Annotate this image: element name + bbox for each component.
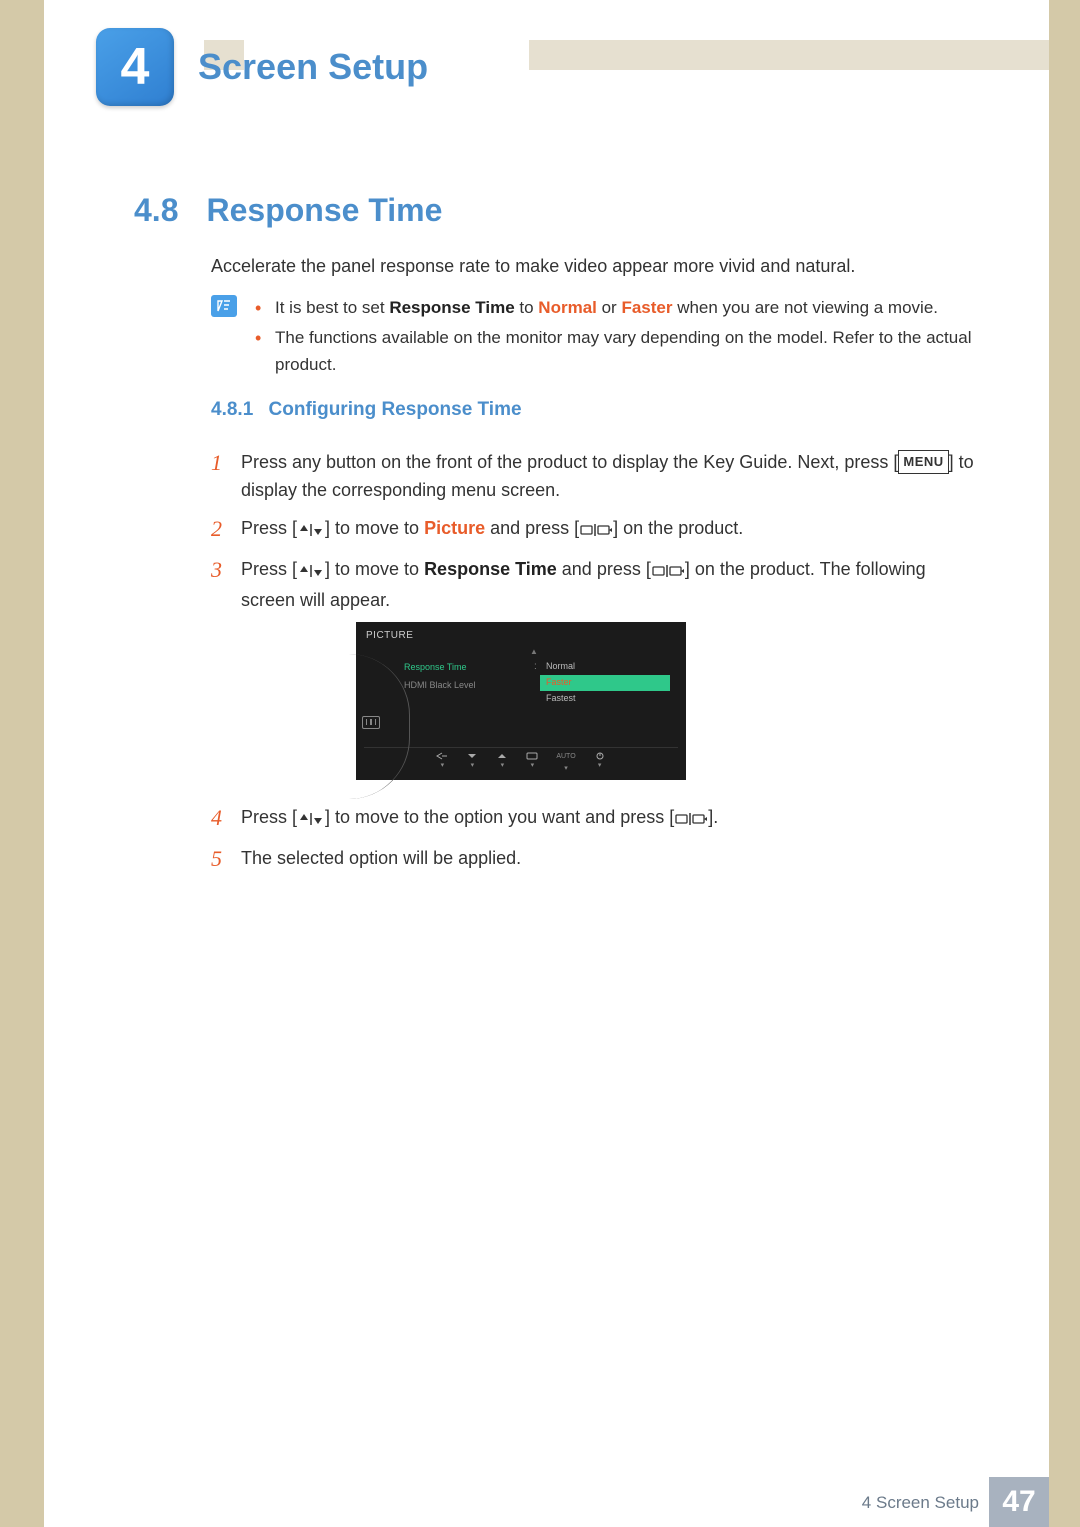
osd-footer-down-icon: ▾ <box>466 752 478 775</box>
osd-arc-decoration <box>364 656 404 707</box>
osd-footer-power-icon: ▾ <box>594 752 606 775</box>
osd-footer-auto-label: AUTO▾ <box>556 752 575 775</box>
page-footer: 4 Screen Setup 47 <box>44 1477 1049 1527</box>
page-number: 47 <box>989 1477 1049 1527</box>
chapter-number-badge: 4 <box>96 28 174 106</box>
section-heading: 4.8 Response Time <box>134 192 442 229</box>
step-item: 3 Press [ ] to move to Response Time and … <box>211 556 979 795</box>
step-text: Press any button on the front of the pro… <box>241 452 898 472</box>
enter-source-icon <box>675 807 707 835</box>
step-item: 5 The selected option will be applied. <box>211 845 979 874</box>
step-number: 5 <box>211 845 241 874</box>
step-item: 1 Press any button on the front of the p… <box>211 449 979 505</box>
up-down-arrow-icon <box>298 518 324 546</box>
step-text: ]. <box>708 807 718 827</box>
note-text: when you are not viewing a movie. <box>672 298 938 317</box>
note-text: to <box>515 298 539 317</box>
step-highlight: Picture <box>424 518 485 538</box>
note-item: The functions available on the monitor m… <box>255 325 979 378</box>
subsection-heading: 4.8.1 Configuring Response Time <box>211 399 979 421</box>
subsection: 4.8.1 Configuring Response Time 1 Press … <box>211 399 979 884</box>
osd-scroll-icon <box>362 716 380 729</box>
step-body: Press [ ] to move to the option you want … <box>241 804 979 835</box>
enter-source-icon <box>580 518 612 546</box>
subsection-number: 4.8.1 <box>211 399 253 420</box>
step-body: Press any button on the front of the pro… <box>241 449 979 505</box>
osd-menu-item: HDMI Black Level <box>404 677 534 695</box>
up-down-arrow-icon <box>298 807 324 835</box>
chapter-header: 4 Screen Setup <box>96 28 1049 106</box>
subsection-title: Configuring Response Time <box>269 399 522 420</box>
osd-footer-enter-icon: ▾ <box>526 752 538 775</box>
step-text: ] to move to <box>325 559 424 579</box>
note-text: or <box>597 298 622 317</box>
up-down-arrow-icon <box>298 559 324 587</box>
step-number: 2 <box>211 515 241 544</box>
menu-button-icon: MENU <box>898 450 948 474</box>
step-item: 4 Press [ ] to move to the option you wan… <box>211 804 979 835</box>
note-highlight: Response Time <box>389 298 514 317</box>
note-highlight: Faster <box>621 298 672 317</box>
osd-footer-up-icon: ▾ <box>496 752 508 775</box>
step-text: Press [ <box>241 518 297 538</box>
osd-footer: ▾ ▾ ▾ ▾ AUTO▾ ▾ <box>364 747 678 779</box>
step-body: The selected option will be applied. <box>241 845 979 873</box>
step-text: ] on the product. <box>613 518 743 538</box>
chapter-title: Screen Setup <box>198 46 428 88</box>
step-body: Press [ ] to move to Picture and press []… <box>241 515 979 546</box>
note-block: It is best to set Response Time to Norma… <box>211 295 979 382</box>
osd-title: PICTURE <box>356 622 686 648</box>
osd-footer-back-icon: ▾ <box>436 752 448 775</box>
osd-value-selected: Faster <box>540 675 670 691</box>
osd-screenshot: PICTURE ▲ Response Time HDMI Black Level… <box>356 622 686 780</box>
step-text: and press [ <box>557 559 651 579</box>
step-highlight: Response Time <box>424 559 557 579</box>
step-text: Press [ <box>241 807 297 827</box>
step-text: ] to move to the option you want and pre… <box>325 807 674 827</box>
section-number: 4.8 <box>134 192 178 229</box>
step-number: 3 <box>211 556 241 585</box>
step-text: ] to move to <box>325 518 424 538</box>
step-number: 4 <box>211 804 241 833</box>
step-body: Press [ ] to move to Response Time and pr… <box>241 556 979 795</box>
section-title: Response Time <box>206 192 442 229</box>
osd-up-arrow-icon: ▲ <box>454 648 614 656</box>
section-intro: Accelerate the panel response rate to ma… <box>211 256 979 277</box>
note-item: It is best to set Response Time to Norma… <box>255 295 979 321</box>
osd-value: Normal <box>540 659 670 675</box>
osd-value: Fastest <box>540 691 670 707</box>
note-text: It is best to set <box>275 298 389 317</box>
footer-chapter-label: 4 Screen Setup <box>862 1493 979 1513</box>
step-text: Press [ <box>241 559 297 579</box>
note-icon <box>211 295 237 317</box>
note-highlight: Normal <box>538 298 597 317</box>
enter-source-icon <box>652 559 684 587</box>
step-number: 1 <box>211 449 241 478</box>
step-item: 2 Press [ ] to move to Picture and press … <box>211 515 979 546</box>
osd-menu-item: Response Time <box>404 659 534 677</box>
step-text: and press [ <box>485 518 579 538</box>
